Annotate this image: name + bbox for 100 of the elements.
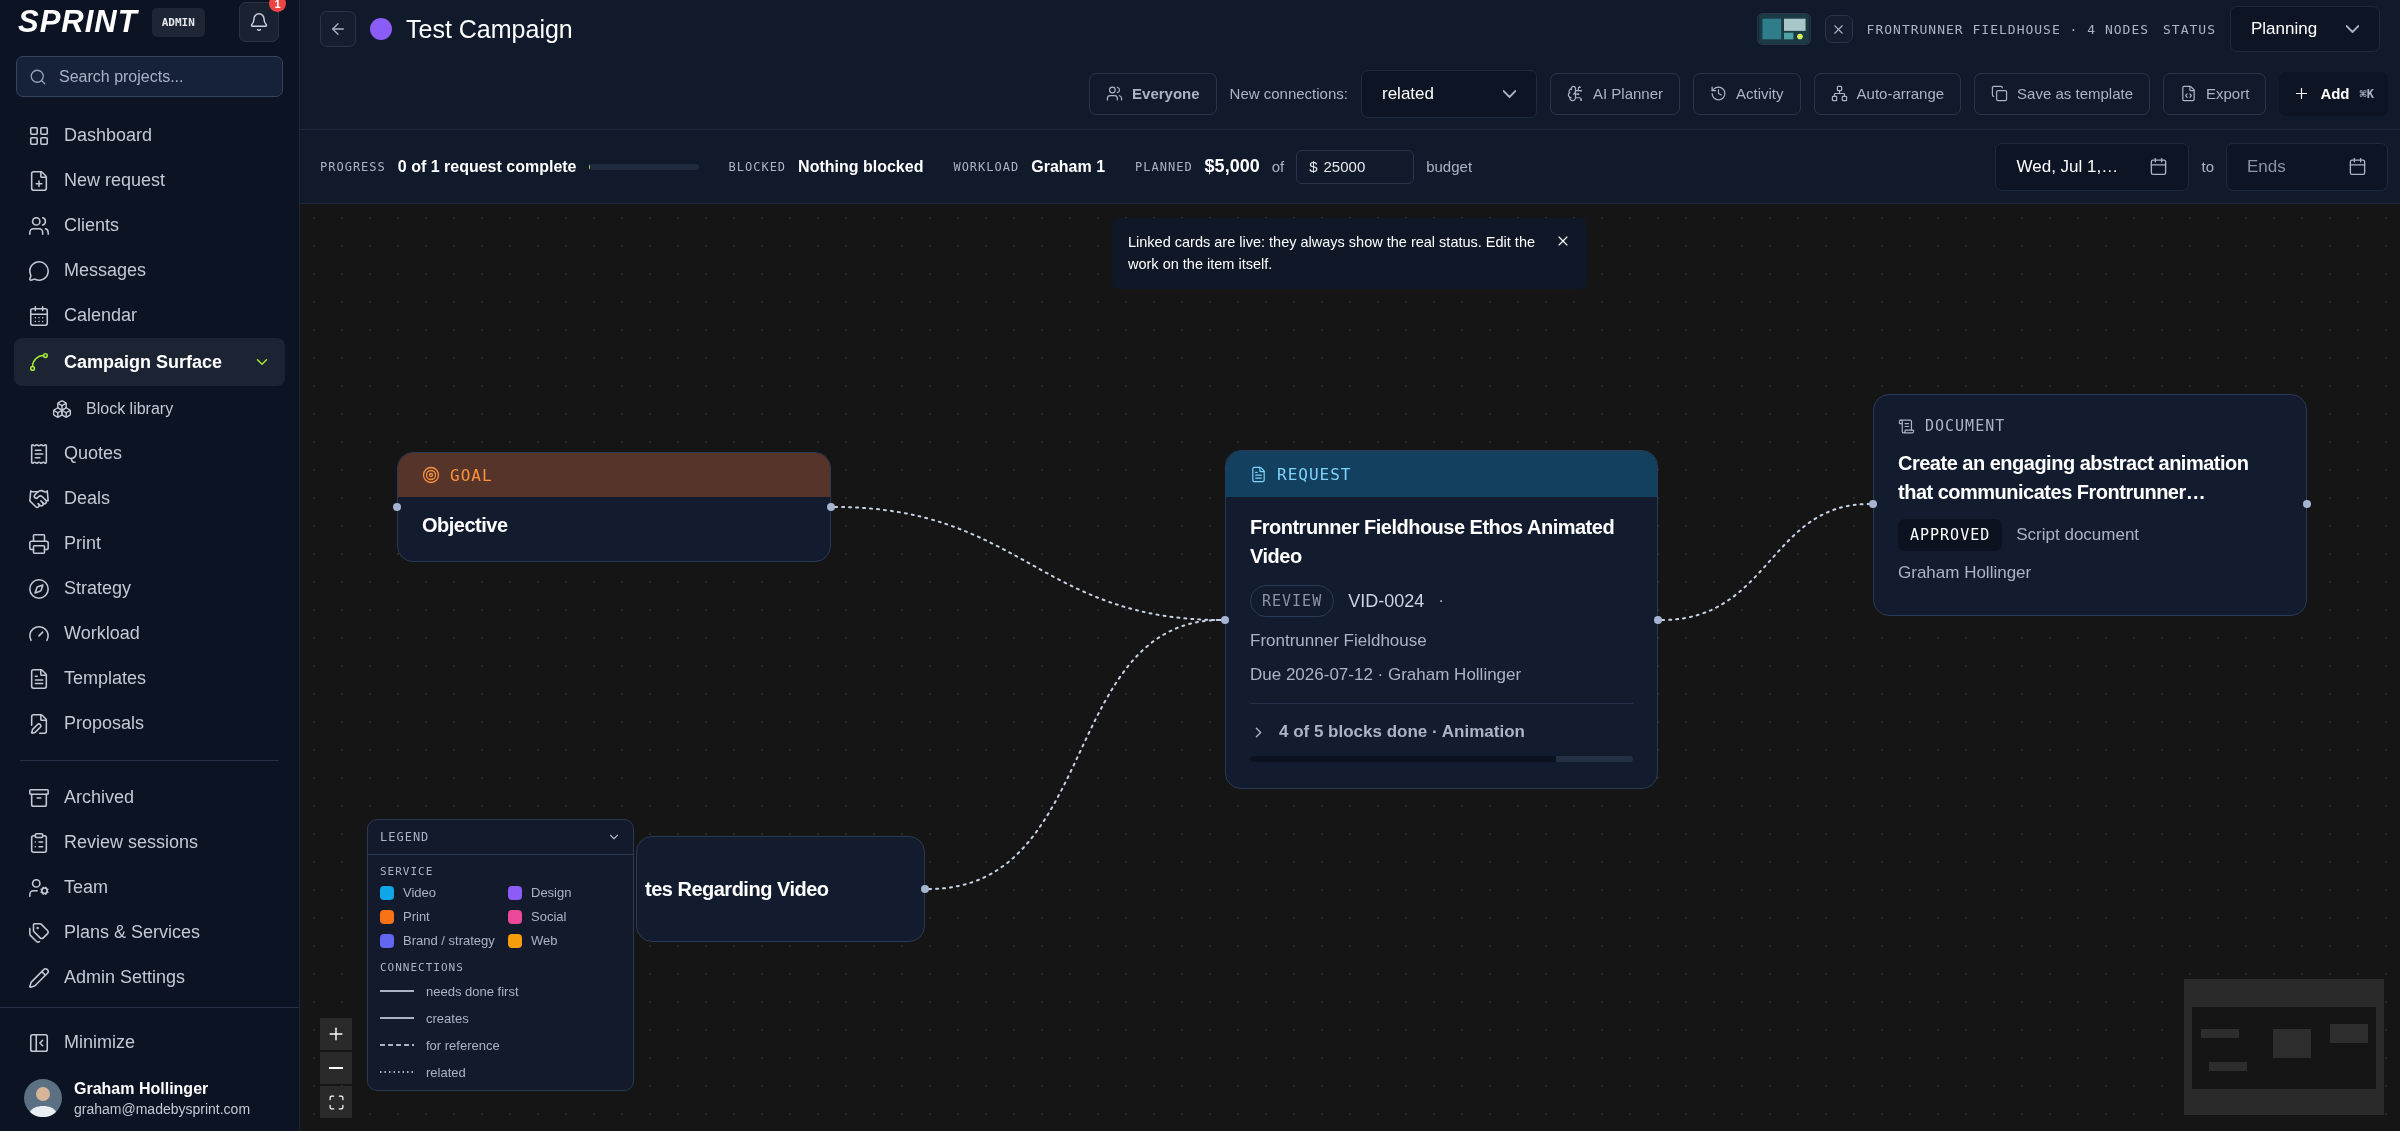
card-title: Objective bbox=[422, 513, 509, 538]
sidebar-subitem[interactable]: Block library bbox=[14, 386, 285, 431]
sidebar-item[interactable]: Review sessions bbox=[14, 820, 285, 865]
end-date-field[interactable]: Ends bbox=[2226, 142, 2388, 191]
connection-handle[interactable] bbox=[921, 885, 929, 893]
to-label: to bbox=[2201, 158, 2214, 175]
collapse-panel-icon bbox=[28, 1031, 50, 1054]
zoom-out-button[interactable] bbox=[320, 1052, 352, 1084]
sidebar-item[interactable]: Quotes bbox=[14, 431, 285, 476]
connection-handle[interactable] bbox=[2303, 500, 2311, 508]
card-title: Frontrunner Fieldhouse Ethos Animated Video bbox=[1250, 515, 1616, 569]
sidebar-item[interactable]: Plans & Services bbox=[14, 910, 285, 955]
connections-select[interactable]: related bbox=[1361, 69, 1537, 118]
campaign-title: Test Campaign bbox=[406, 14, 573, 44]
printer-icon bbox=[28, 532, 50, 555]
toolbar-button[interactable]: Export bbox=[2163, 72, 2267, 115]
sidebar-item[interactable]: Archived bbox=[14, 775, 285, 820]
tag-icon bbox=[28, 921, 50, 944]
nodes-icon bbox=[28, 351, 50, 373]
sidebar-item[interactable]: Deals bbox=[14, 476, 285, 521]
audience-button[interactable]: Everyone bbox=[1089, 72, 1217, 115]
boxes-icon bbox=[52, 398, 72, 419]
target-icon bbox=[422, 466, 440, 484]
back-button[interactable] bbox=[320, 11, 356, 47]
budget-input[interactable]: 25000 bbox=[1323, 158, 1394, 175]
scroll-icon bbox=[1898, 417, 1915, 435]
shortcut-hint: ⌘K bbox=[2359, 86, 2374, 101]
notifications-button[interactable] bbox=[239, 2, 279, 42]
calendar-icon bbox=[2149, 157, 2169, 176]
pencil-icon bbox=[28, 966, 50, 989]
of-label: of bbox=[1271, 158, 1285, 175]
request-code: VID-0024 bbox=[1348, 590, 1425, 612]
owner-name: Graham Hollinger bbox=[1898, 563, 2033, 583]
connection-handle[interactable] bbox=[1221, 616, 1229, 624]
logo[interactable]: SPRINT bbox=[18, 4, 138, 40]
document-card[interactable]: DOCUMENT Create an engaging abstract animation that communicates Frontrunner… APPROVED Script document Graham Hollinger bbox=[1873, 394, 2307, 616]
compass-icon bbox=[28, 577, 50, 600]
service-label: Design bbox=[531, 885, 572, 900]
end-date-input[interactable]: Ends bbox=[2247, 156, 2317, 177]
connection-handle[interactable] bbox=[1654, 616, 1662, 624]
stat-label: WORKLOAD bbox=[953, 159, 1020, 174]
sidebar-item[interactable]: Dashboard bbox=[14, 113, 285, 158]
connection-handle[interactable] bbox=[827, 503, 835, 511]
sidebar-item[interactable]: Proposals bbox=[14, 701, 285, 746]
connection-label: for reference bbox=[426, 1037, 500, 1053]
section-label: SERVICE bbox=[380, 865, 435, 878]
due-date: Due 2026-07-12 · Graham Hollinger bbox=[1250, 665, 1523, 685]
minus-icon bbox=[329, 1067, 343, 1069]
close-button[interactable] bbox=[1824, 15, 1853, 43]
legend-toggle[interactable]: LEGEND bbox=[368, 820, 633, 855]
sidebar-item[interactable]: Templates bbox=[14, 656, 285, 701]
minimize-button[interactable]: Minimize bbox=[14, 1020, 285, 1065]
file-pen-icon bbox=[28, 712, 50, 735]
request-card[interactable]: tes Regarding Video bbox=[636, 836, 925, 942]
zoom-in-button[interactable] bbox=[320, 1018, 352, 1050]
goal-card[interactable]: GOAL Objective bbox=[397, 452, 831, 562]
sidebar-item[interactable]: Clients bbox=[14, 203, 285, 248]
search-icon bbox=[29, 67, 47, 86]
connection-handle[interactable] bbox=[393, 503, 401, 511]
service-label: Web bbox=[531, 933, 558, 948]
blocks-toggle[interactable]: 4 of 5 blocks done · Animation bbox=[1250, 722, 1633, 742]
sidebar-item[interactable]: Admin Settings bbox=[14, 955, 285, 1000]
users-icon bbox=[28, 214, 50, 237]
toolbar-button[interactable]: Auto-arrange bbox=[1813, 72, 1962, 115]
budget-field[interactable]: $ 25000 bbox=[1296, 149, 1415, 184]
fit-view-button[interactable] bbox=[320, 1086, 352, 1118]
campaign-color-dot bbox=[370, 18, 392, 40]
toolbar-button[interactable]: Activity bbox=[1693, 72, 1801, 115]
hierarchy-icon bbox=[1830, 85, 1848, 102]
status-label: STATUS bbox=[2163, 21, 2216, 37]
search-field[interactable]: Search projects... bbox=[16, 56, 283, 97]
stat-value: 0 of 1 request complete bbox=[397, 157, 577, 176]
sidebar-item[interactable]: Calendar bbox=[14, 293, 285, 338]
sidebar-item[interactable]: Campaign Surface bbox=[14, 338, 285, 386]
connection-handle[interactable] bbox=[1869, 500, 1877, 508]
separator: · bbox=[1438, 591, 1444, 611]
history-icon bbox=[1710, 85, 1728, 102]
service-label: Social bbox=[531, 909, 567, 924]
fullscreen-icon bbox=[327, 1093, 345, 1111]
handshake-icon bbox=[28, 487, 50, 510]
file-plus-icon bbox=[28, 169, 50, 192]
document-icon bbox=[28, 667, 50, 690]
card-type: DOCUMENT bbox=[1925, 417, 2006, 435]
sidebar-item[interactable]: Strategy bbox=[14, 566, 285, 611]
card-type: GOAL bbox=[450, 465, 493, 485]
add-button[interactable]: Add ⌘K bbox=[2279, 71, 2388, 116]
sidebar-item[interactable]: New request bbox=[14, 158, 285, 203]
sidebar-item[interactable]: Print bbox=[14, 521, 285, 566]
connections-label: New connections: bbox=[1229, 85, 1348, 102]
status-select[interactable]: Planning bbox=[2230, 6, 2380, 52]
toolbar-button[interactable]: Save as template bbox=[1974, 72, 2150, 115]
search-input[interactable]: Search projects... bbox=[57, 66, 270, 87]
back-icon bbox=[329, 20, 347, 38]
sidebar-item[interactable]: Team bbox=[14, 865, 285, 910]
sidebar-item[interactable]: Messages bbox=[14, 248, 285, 293]
request-card[interactable]: REQUEST Frontrunner Fieldhouse Ethos Animated Video REVIEW VID-0024 · Frontrunner Fieldhouse Due 2026-07-12 · Graham Hollinger 4 of 5 blocks done · Animation bbox=[1225, 450, 1658, 789]
toolbar-button[interactable]: AI Planner bbox=[1550, 72, 1681, 115]
role-badge: ADMIN bbox=[151, 7, 205, 37]
start-date-field[interactable]: Wed, Jul 1,… bbox=[1995, 142, 2190, 191]
sidebar-item[interactable]: Workload bbox=[14, 611, 285, 656]
